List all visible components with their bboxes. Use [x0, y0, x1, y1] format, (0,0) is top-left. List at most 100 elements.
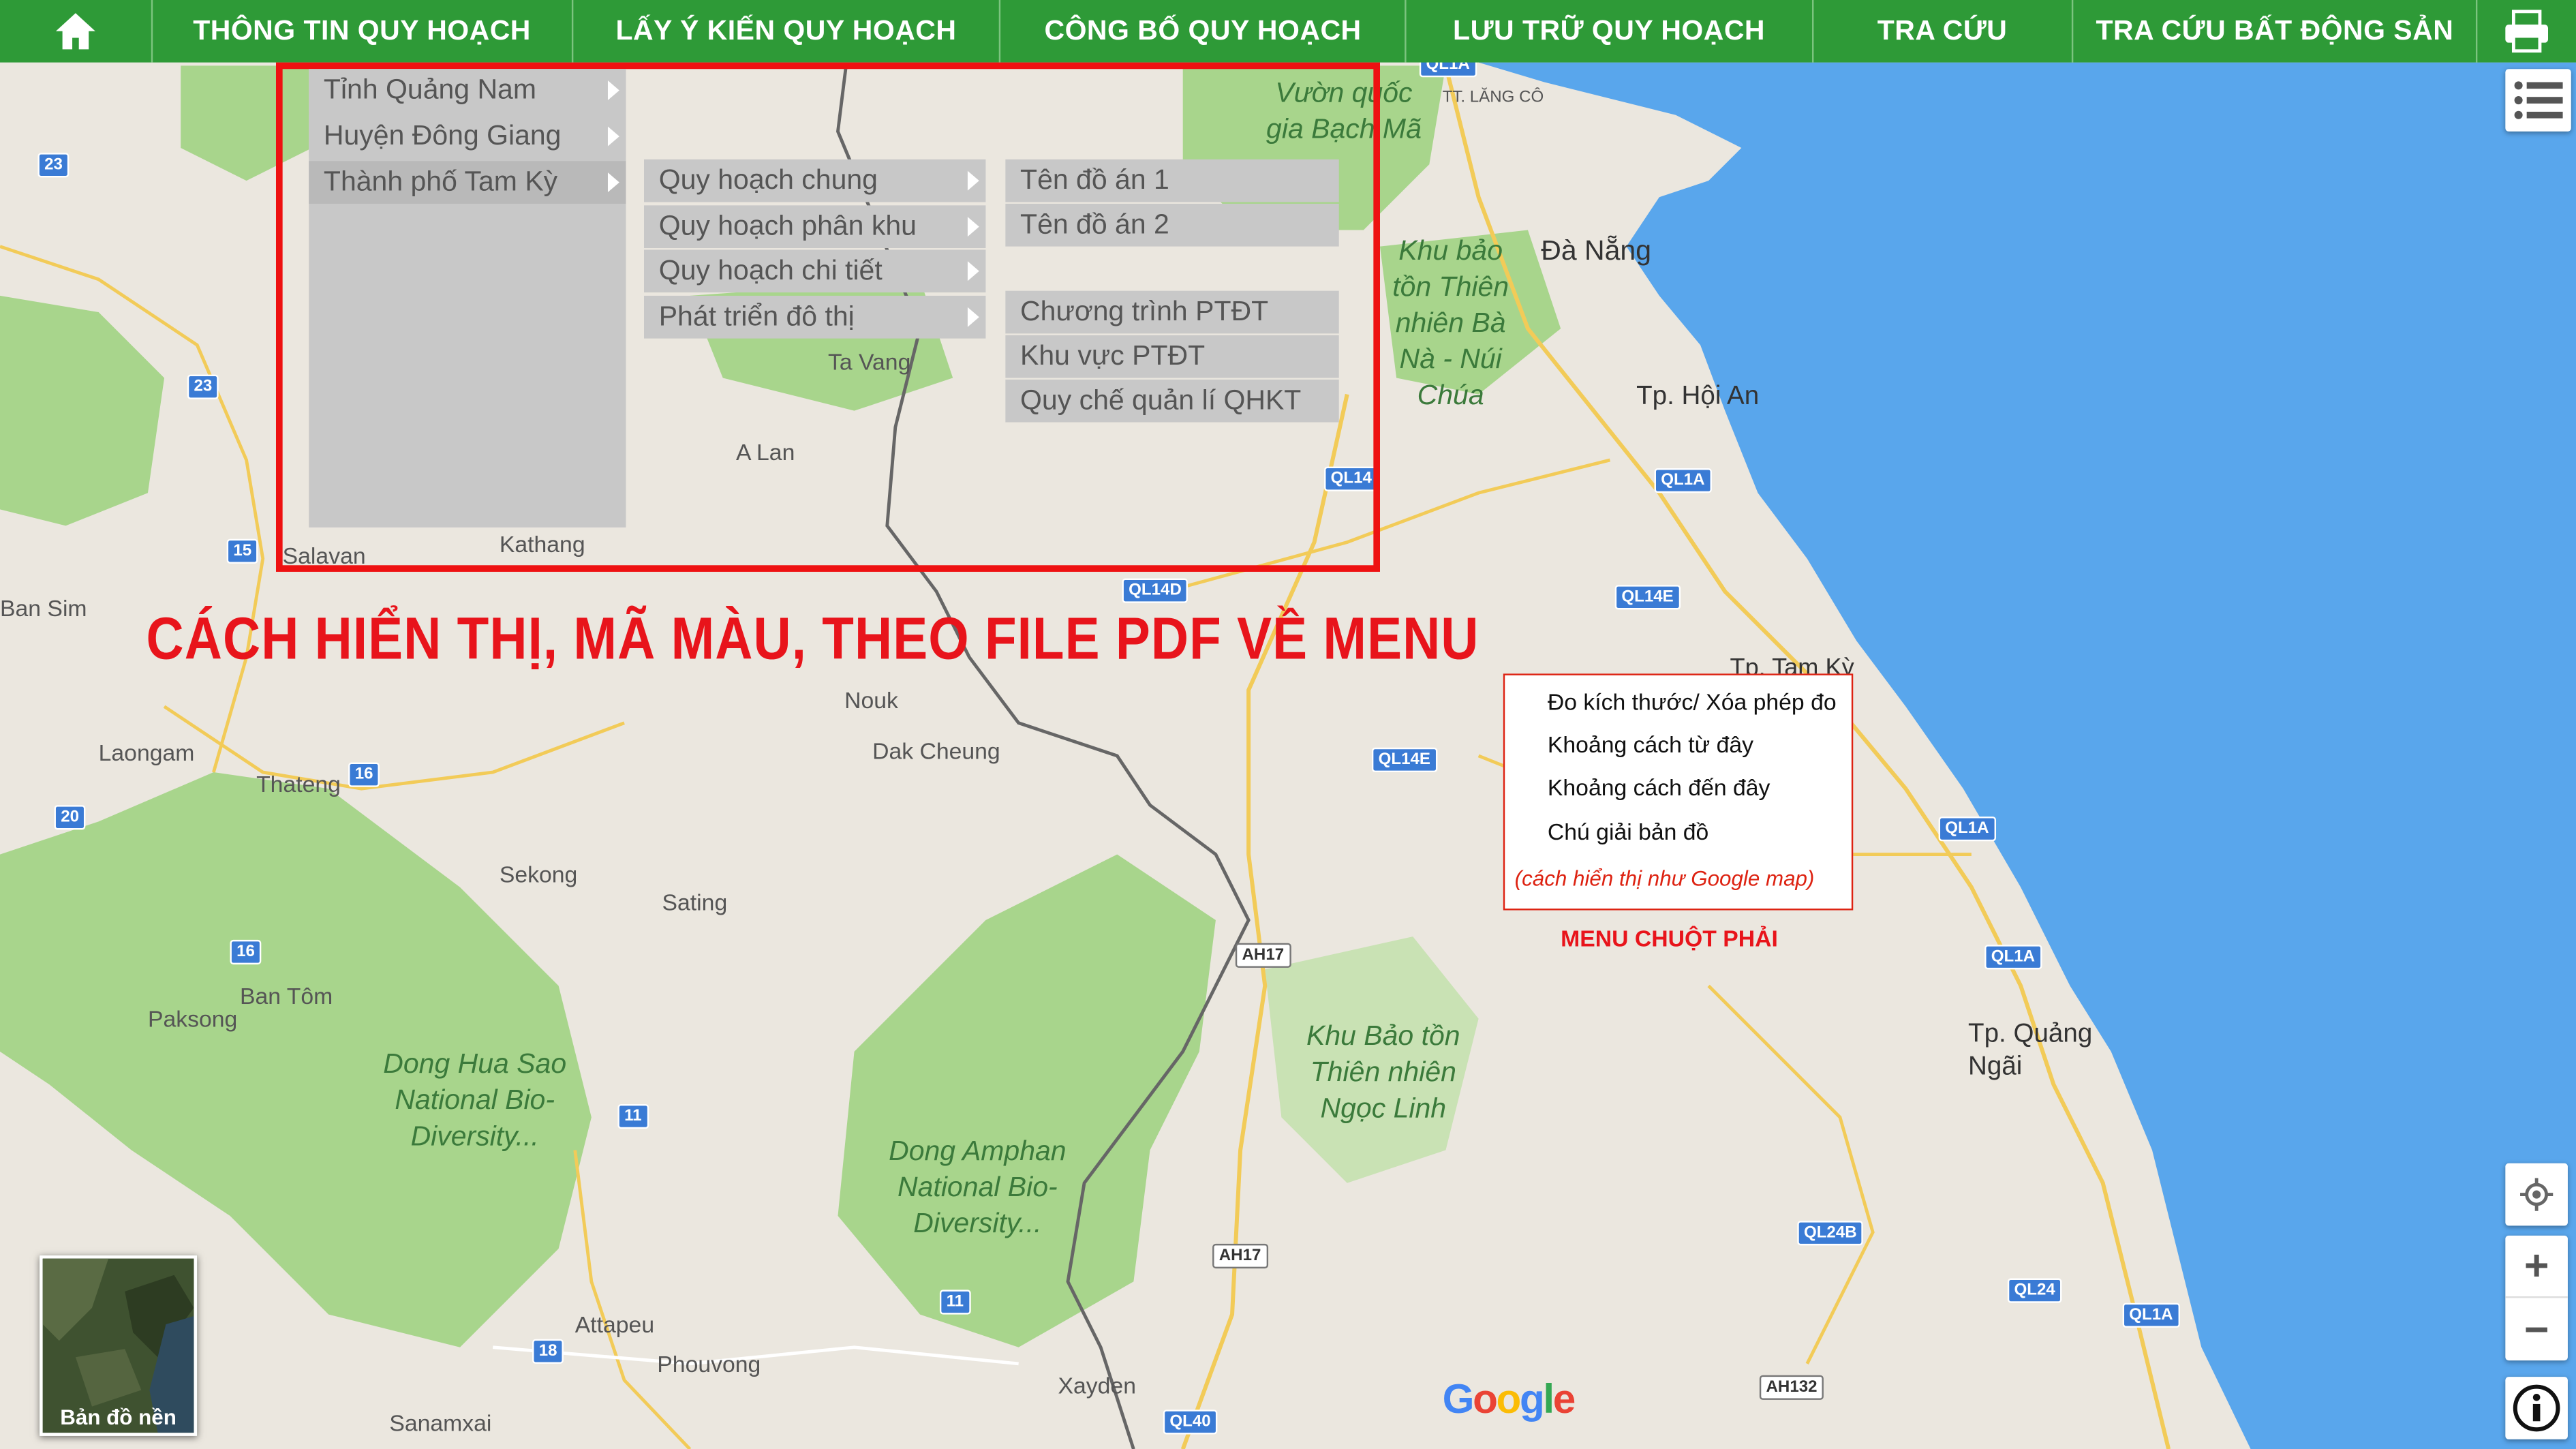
- map-label-ngoc-linh-park: Khu Bảo tồn Thiên nhiên Ngọc Linh: [1306, 1020, 1460, 1124]
- road-shield: 18: [532, 1339, 564, 1364]
- menu-item-quy-hoach-phan-khu[interactable]: Quy hoạch phân khu: [643, 205, 986, 249]
- map-label-dak-cheung: Dak Cheung: [872, 737, 1000, 764]
- map-label-da-nang: Đà Nẵng: [1541, 234, 1652, 266]
- road-shield: QL14D: [1122, 578, 1189, 603]
- road-shield: 23: [37, 153, 70, 178]
- nav-thong-tin-quy-hoach[interactable]: THÔNG TIN QUY HOẠCH: [152, 0, 574, 63]
- menu-item-label: Tỉnh Quảng Nam: [323, 74, 536, 106]
- chevron-right-icon: [967, 307, 979, 327]
- nav-tra-cuu-bat-dong-san[interactable]: TRA CỨU BẤT ĐỘNG SẢN: [2073, 0, 2478, 63]
- locate-button[interactable]: [2505, 1163, 2568, 1226]
- locate-icon: [2520, 1178, 2554, 1211]
- road-shield: 11: [939, 1290, 970, 1315]
- road-shield: 15: [226, 538, 258, 564]
- road-shield: AH17: [1235, 943, 1291, 968]
- context-menu: Đo kích thước/ Xóa phép đo Khoảng cách t…: [1503, 673, 1854, 911]
- map-label-ban-sim: Ban Sim: [0, 594, 87, 622]
- chevron-right-icon: [607, 80, 619, 101]
- menu-item-label: Quy hoạch chung: [658, 164, 878, 196]
- menu-item-quy-che-quan-li-qhkt[interactable]: Quy chế quản lí QHKT: [1005, 379, 1339, 423]
- map-label-sanamxai: Sanamxai: [389, 1409, 492, 1436]
- menu-item-phat-trien-do-thi[interactable]: Phát triển đô thị: [643, 295, 986, 339]
- road-shield: QL14E: [1614, 585, 1681, 610]
- menu-item-quy-hoach-chung[interactable]: Quy hoạch chung: [643, 159, 986, 202]
- nav-luu-tru-quy-hoach[interactable]: LƯU TRỮ QUY HOẠCH: [1407, 0, 1813, 63]
- road-shield: 20: [54, 805, 86, 830]
- ctx-map-legend[interactable]: Chú giải bản đồ: [1548, 819, 1708, 845]
- map-label-dong-hua-sao-park: Dong Hua Sao National Bio-Diversity...: [383, 1048, 567, 1152]
- road-shield: QL14E: [1371, 747, 1437, 773]
- road-shield: 16: [348, 762, 380, 787]
- map-label-hoi-an: Tp. Hội An: [1636, 382, 1760, 411]
- chevron-right-icon: [607, 172, 619, 193]
- chevron-right-icon: [967, 261, 979, 281]
- zoom-control: + −: [2505, 1235, 2568, 1361]
- menu-item-label: Quy hoạch chi tiết: [658, 254, 883, 286]
- layers-button[interactable]: [2505, 69, 2571, 132]
- menu-item-label: Thành phố Tam Kỳ: [323, 166, 558, 198]
- menu-item-huyen-dong-giang[interactable]: Huyện Đông Giang: [309, 115, 626, 158]
- road-shield: QL1A: [1654, 468, 1712, 493]
- chevron-right-icon: [967, 217, 979, 237]
- menu-item-label: Huyện Đông Giang: [323, 119, 562, 151]
- map-label-thateng: Thateng: [256, 770, 341, 797]
- menu-item-tp-tam-ky[interactable]: Thành phố Tam Kỳ: [309, 161, 626, 204]
- home-button[interactable]: [0, 0, 153, 63]
- map-label-xayden: Xayden: [1058, 1371, 1136, 1399]
- context-menu-note: (cách hiển thị như Google map): [1514, 866, 1815, 891]
- nav-cong-bo-quy-hoach[interactable]: CÔNG BỐ QUY HOẠCH: [1000, 0, 1407, 63]
- list-icon: [2514, 81, 2563, 119]
- info-button[interactable]: [2505, 1377, 2568, 1439]
- top-nav: THÔNG TIN QUY HOẠCH LẤY Ý KIẾN QUY HOẠCH…: [0, 0, 2576, 63]
- road-shield: 11: [617, 1103, 649, 1129]
- printer-icon: [2505, 10, 2549, 53]
- map-label-quang-ngai: Tp. Quảng Ngãi: [1968, 1020, 2093, 1082]
- nav-tra-cuu[interactable]: TRA CỨU: [1813, 0, 2074, 63]
- ctx-distance-from-here[interactable]: Khoảng cách từ đây: [1548, 731, 1753, 758]
- road-shield: 23: [187, 374, 219, 399]
- menu-annotation-note: CÁCH HIỂN THỊ, MÃ MÀU, THEO FILE PDF VỀ …: [146, 605, 1479, 672]
- zoom-out-button[interactable]: −: [2505, 1298, 2568, 1360]
- road-shield: QL1A: [1984, 945, 2042, 970]
- map-label-sating: Sating: [662, 889, 728, 915]
- menu-item-quy-hoach-chi-tiet[interactable]: Quy hoạch chi tiết: [643, 249, 986, 293]
- map-label-ban-tom: Ban Tôm: [239, 982, 333, 1009]
- road-shield: 16: [230, 939, 262, 965]
- menu-item-khu-vuc-ptdt[interactable]: Khu vực PTĐT: [1005, 335, 1339, 378]
- map-label-lang-co: TT. LĂNG CÔ: [1442, 89, 1544, 107]
- map-label-sekong: Sekong: [499, 861, 578, 887]
- chevron-right-icon: [607, 126, 619, 147]
- map-label-attapeu: Attapeu: [574, 1311, 655, 1338]
- ctx-measure[interactable]: Đo kích thước/ Xóa phép đo: [1548, 688, 1837, 715]
- nav-lay-y-kien-quy-hoach[interactable]: LẤY Ý KIẾN QUY HOẠCH: [573, 0, 1001, 63]
- print-button[interactable]: [2478, 0, 2576, 63]
- road-shield: QL40: [1163, 1409, 1218, 1435]
- context-menu-caption: MENU CHUỘT PHẢI: [1561, 925, 1778, 951]
- map-label-dong-amphan-park: Dong Amphan National Bio-Diversity...: [889, 1135, 1067, 1239]
- info-icon: [2513, 1384, 2560, 1432]
- road-shield: QL1A: [1938, 817, 1996, 842]
- menu-item-ten-do-an-1[interactable]: Tên đồ án 1: [1005, 159, 1339, 202]
- road-shield: QL24B: [1797, 1221, 1864, 1246]
- map-label-nouk: Nouk: [844, 686, 898, 714]
- basemap-switcher[interactable]: Bản đồ nền: [39, 1255, 198, 1436]
- menu-item-ten-do-an-2[interactable]: Tên đồ án 2: [1005, 203, 1339, 247]
- menu-item-tinh-quang-nam[interactable]: Tỉnh Quảng Nam: [309, 69, 626, 112]
- road-shield: AH132: [1759, 1375, 1824, 1400]
- home-icon: [55, 13, 95, 50]
- zoom-in-button[interactable]: +: [2505, 1236, 2568, 1298]
- road-shield: QL24: [2007, 1278, 2062, 1303]
- road-shield: AH17: [1212, 1243, 1268, 1269]
- basemap-label: Bản đồ nền: [60, 1405, 177, 1430]
- road-shield: QL1A: [2122, 1302, 2180, 1328]
- google-logo: Google: [1442, 1377, 1576, 1423]
- menu-item-label: Phát triển đô thị: [658, 301, 855, 332]
- map-label-phouvong: Phouvong: [657, 1350, 761, 1377]
- map-label-laongam: Laongam: [98, 739, 195, 766]
- map-label-ba-na-park: Khu bảo tồn Thiên nhiên Bà Nà - Núi Chúa: [1392, 234, 1509, 411]
- chevron-right-icon: [967, 170, 979, 191]
- menu-item-chuong-trinh-ptdt[interactable]: Chương trình PTĐT: [1005, 290, 1339, 334]
- ctx-distance-to-here[interactable]: Khoảng cách đến đây: [1548, 774, 1770, 800]
- map-label-paksong: Paksong: [147, 1005, 238, 1032]
- menu-item-label: Quy hoạch phân khu: [658, 210, 917, 242]
